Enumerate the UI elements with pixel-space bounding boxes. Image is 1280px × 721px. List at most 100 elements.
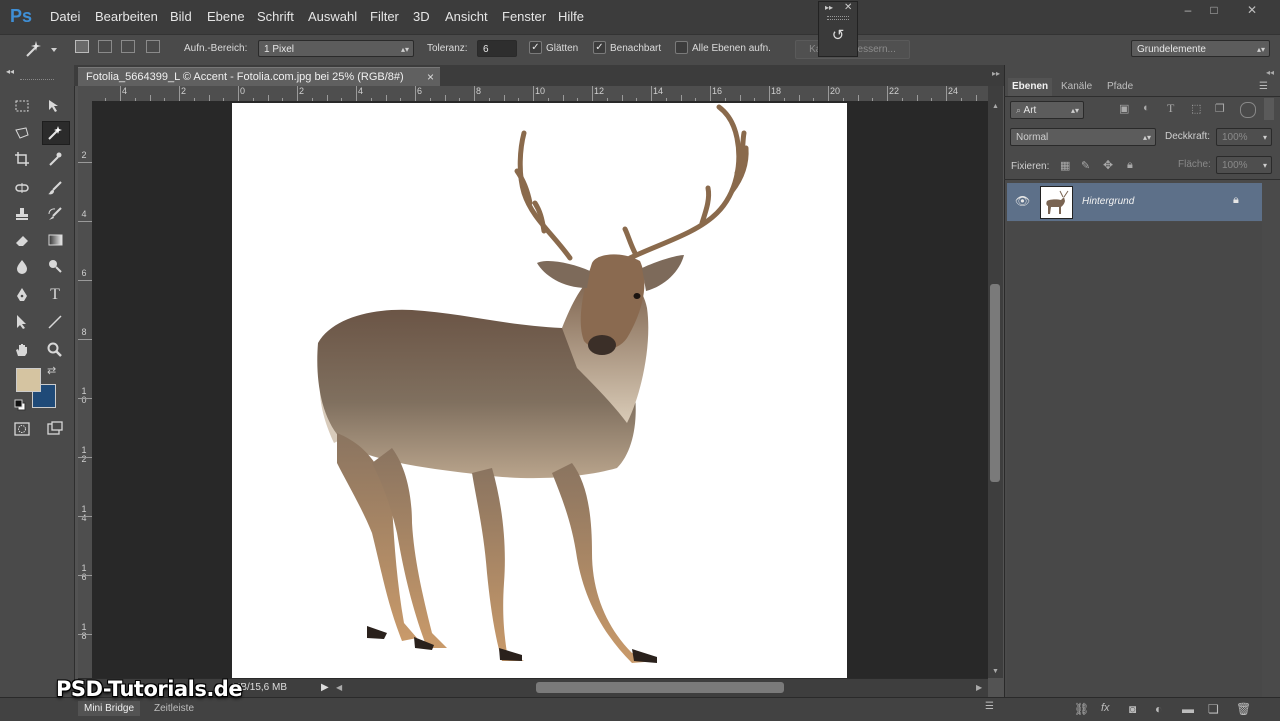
tool-preset-picker[interactable]: [22, 38, 62, 60]
eyedropper-icon[interactable]: [44, 149, 66, 169]
quick-mask-icon[interactable]: [11, 419, 33, 439]
menu-image[interactable]: Bild: [170, 9, 192, 24]
move-tool-icon[interactable]: [44, 96, 66, 116]
panel-menu-icon[interactable]: ☰: [1259, 81, 1268, 92]
lasso-icon[interactable]: [11, 123, 33, 143]
antialias-checkbox[interactable]: ✓: [529, 41, 542, 54]
layer-row[interactable]: 👁︎ Hintergrund 🔒︎: [1007, 183, 1262, 221]
filter-toggle-switch[interactable]: [1264, 98, 1274, 120]
panel-menu-icon[interactable]: ☰: [985, 701, 994, 712]
horizontal-scroll-thumb[interactable]: [536, 682, 784, 693]
menu-3d[interactable]: 3D: [413, 9, 430, 24]
contiguous-checkbox[interactable]: ✓: [593, 41, 606, 54]
path-selection-icon[interactable]: [11, 312, 33, 332]
add-to-selection-button[interactable]: [98, 40, 112, 53]
workspace-select[interactable]: Grundelemente ▴▾: [1131, 40, 1270, 57]
filter-adjustment-icon[interactable]: ◐: [1143, 102, 1150, 114]
status-menu-arrow-icon[interactable]: ▶: [321, 682, 329, 693]
collapse-icon[interactable]: ▸▸: [992, 69, 1000, 78]
new-layer-icon[interactable]: ❏: [1208, 702, 1219, 716]
link-layers-icon[interactable]: ⛓︎: [1074, 702, 1089, 716]
vertical-ruler[interactable]: 2 4 6 8 1 0 1 2 1 4 1 6 1 8: [78, 101, 93, 678]
eraser-icon[interactable]: [11, 230, 33, 250]
collapse-icon[interactable]: ▸▸: [825, 3, 833, 12]
spot-healing-icon[interactable]: [11, 178, 33, 198]
opacity-input[interactable]: 100% ▾: [1216, 128, 1272, 146]
menu-edit[interactable]: Bearbeiten: [95, 9, 158, 24]
document-tab[interactable]: Fotolia_5664399_L © Accent - Fotolia.com…: [78, 67, 440, 86]
clone-stamp-icon[interactable]: [11, 204, 33, 224]
close-icon[interactable]: ✕: [844, 2, 852, 13]
intersect-selection-button[interactable]: [146, 40, 160, 53]
sample-size-select[interactable]: 1 Pixel ▴▾: [258, 40, 414, 57]
screen-mode-icon[interactable]: [44, 419, 66, 439]
subtract-from-selection-button[interactable]: [121, 40, 135, 53]
close-button[interactable]: ✕: [1241, 3, 1263, 19]
default-colors-icon[interactable]: [14, 398, 26, 411]
filter-type-icon[interactable]: T: [1167, 101, 1174, 116]
filter-shape-icon[interactable]: ⬚: [1191, 102, 1201, 115]
fill-input[interactable]: 100% ▾: [1216, 156, 1272, 174]
scroll-left-icon[interactable]: ◀: [336, 683, 342, 692]
scroll-up-icon[interactable]: ▲: [992, 103, 999, 110]
crop-icon[interactable]: [11, 149, 33, 169]
fx-icon[interactable]: fx: [1101, 702, 1110, 714]
tab-timeline[interactable]: Zeitleiste: [148, 701, 200, 716]
filter-pixel-icon[interactable]: ▣: [1119, 102, 1129, 115]
canvas[interactable]: [232, 103, 847, 678]
minimize-button[interactable]: –: [1177, 3, 1199, 19]
rectangular-marquee-icon[interactable]: [11, 96, 33, 116]
menu-help[interactable]: Hilfe: [558, 9, 584, 24]
filter-kind-select[interactable]: ⌕ Art ▴▾: [1010, 101, 1084, 119]
close-tab-icon[interactable]: ×: [427, 68, 434, 87]
vertical-scroll-thumb[interactable]: [990, 284, 1000, 482]
magic-wand-tool-icon[interactable]: [42, 121, 70, 145]
collapse-icon[interactable]: ◂◂: [1266, 68, 1274, 77]
blend-mode-select[interactable]: Normal ▴▾: [1010, 128, 1156, 146]
lock-all-icon[interactable]: 🔒︎: [1127, 159, 1133, 172]
swap-colors-icon[interactable]: ⇄: [47, 364, 56, 377]
filter-toggle-icon[interactable]: [1240, 102, 1256, 118]
history-icon[interactable]: ↺: [828, 26, 848, 46]
pen-icon[interactable]: [11, 285, 33, 305]
brush-icon[interactable]: [44, 178, 66, 198]
type-icon[interactable]: T: [44, 285, 66, 305]
layers-scrollbar[interactable]: [1264, 183, 1274, 697]
add-mask-icon[interactable]: ◙: [1129, 702, 1136, 716]
foreground-color-swatch[interactable]: [16, 368, 41, 392]
collapse-panel-icon[interactable]: ◂◂: [6, 67, 14, 76]
menu-view[interactable]: Ansicht: [445, 9, 488, 24]
ruler-corner[interactable]: [78, 86, 92, 101]
hand-icon[interactable]: [11, 340, 33, 360]
floating-history-panel[interactable]: ▸▸ ✕ ↺: [818, 1, 858, 57]
menu-layer[interactable]: Ebene: [207, 9, 245, 24]
lock-position-icon[interactable]: ✥: [1103, 158, 1113, 172]
layer-name[interactable]: Hintergrund: [1082, 196, 1134, 207]
new-selection-button[interactable]: [75, 40, 89, 53]
all-layers-checkbox[interactable]: [675, 41, 688, 54]
scroll-right-icon[interactable]: ▶: [976, 683, 982, 692]
filter-smart-object-icon[interactable]: ❐: [1215, 102, 1225, 115]
horizontal-ruler[interactable]: 4 2 0 2 4 6 8 10 12 14 16 18 20 22 24: [92, 86, 988, 102]
lock-image-icon[interactable]: ✎: [1081, 159, 1090, 172]
history-brush-icon[interactable]: [44, 204, 66, 224]
tab-channels[interactable]: Kanäle: [1057, 78, 1096, 96]
zoom-icon[interactable]: [44, 340, 66, 360]
delete-layer-icon[interactable]: 🗑︎: [1236, 702, 1251, 716]
tab-mini-bridge[interactable]: Mini Bridge: [78, 701, 141, 716]
scroll-down-icon[interactable]: ▼: [992, 668, 999, 675]
menu-window[interactable]: Fenster: [502, 9, 546, 24]
lock-transparent-icon[interactable]: ▦: [1060, 159, 1070, 172]
tab-paths[interactable]: Pfade: [1103, 78, 1137, 96]
menu-filter[interactable]: Filter: [370, 9, 399, 24]
eye-icon[interactable]: 👁︎: [1015, 194, 1030, 208]
dodge-icon[interactable]: [44, 256, 66, 276]
blur-icon[interactable]: [11, 256, 33, 276]
menu-select[interactable]: Auswahl: [308, 9, 357, 24]
tolerance-input[interactable]: 6: [477, 40, 517, 57]
menu-type[interactable]: Schrift: [257, 9, 294, 24]
line-icon[interactable]: [44, 312, 66, 332]
new-group-icon[interactable]: ▬: [1182, 702, 1194, 716]
gradient-icon[interactable]: [44, 230, 66, 250]
restore-button[interactable]: □: [1203, 3, 1225, 19]
